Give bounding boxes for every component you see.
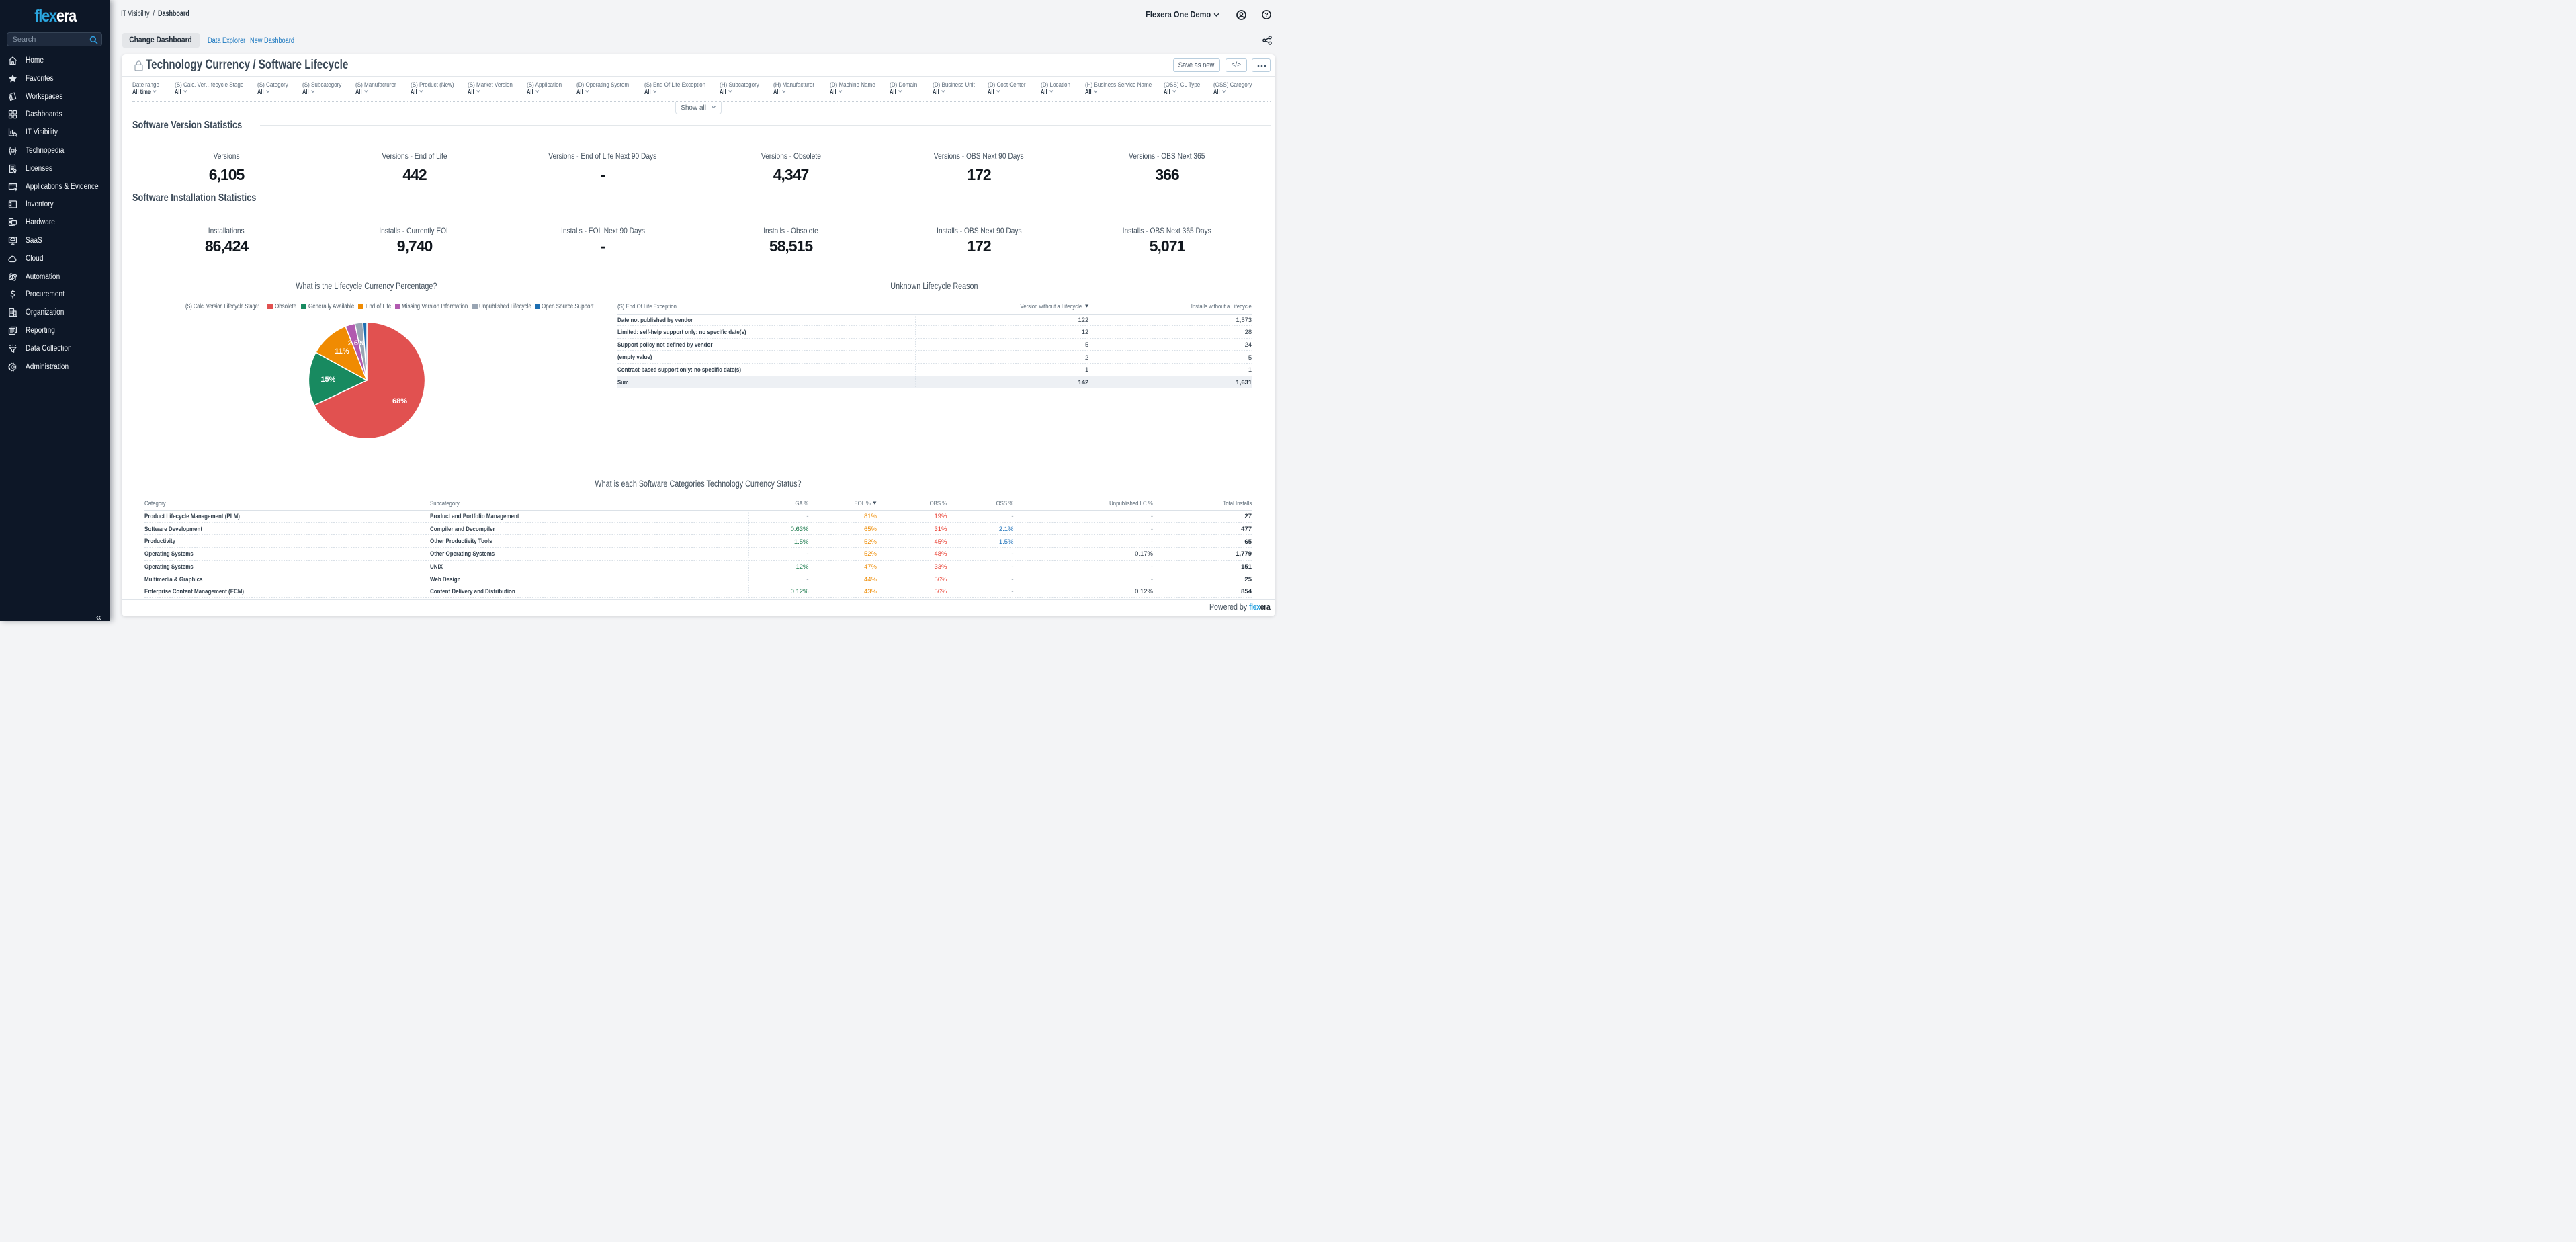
svg-text:?: ? — [1264, 11, 1268, 18]
